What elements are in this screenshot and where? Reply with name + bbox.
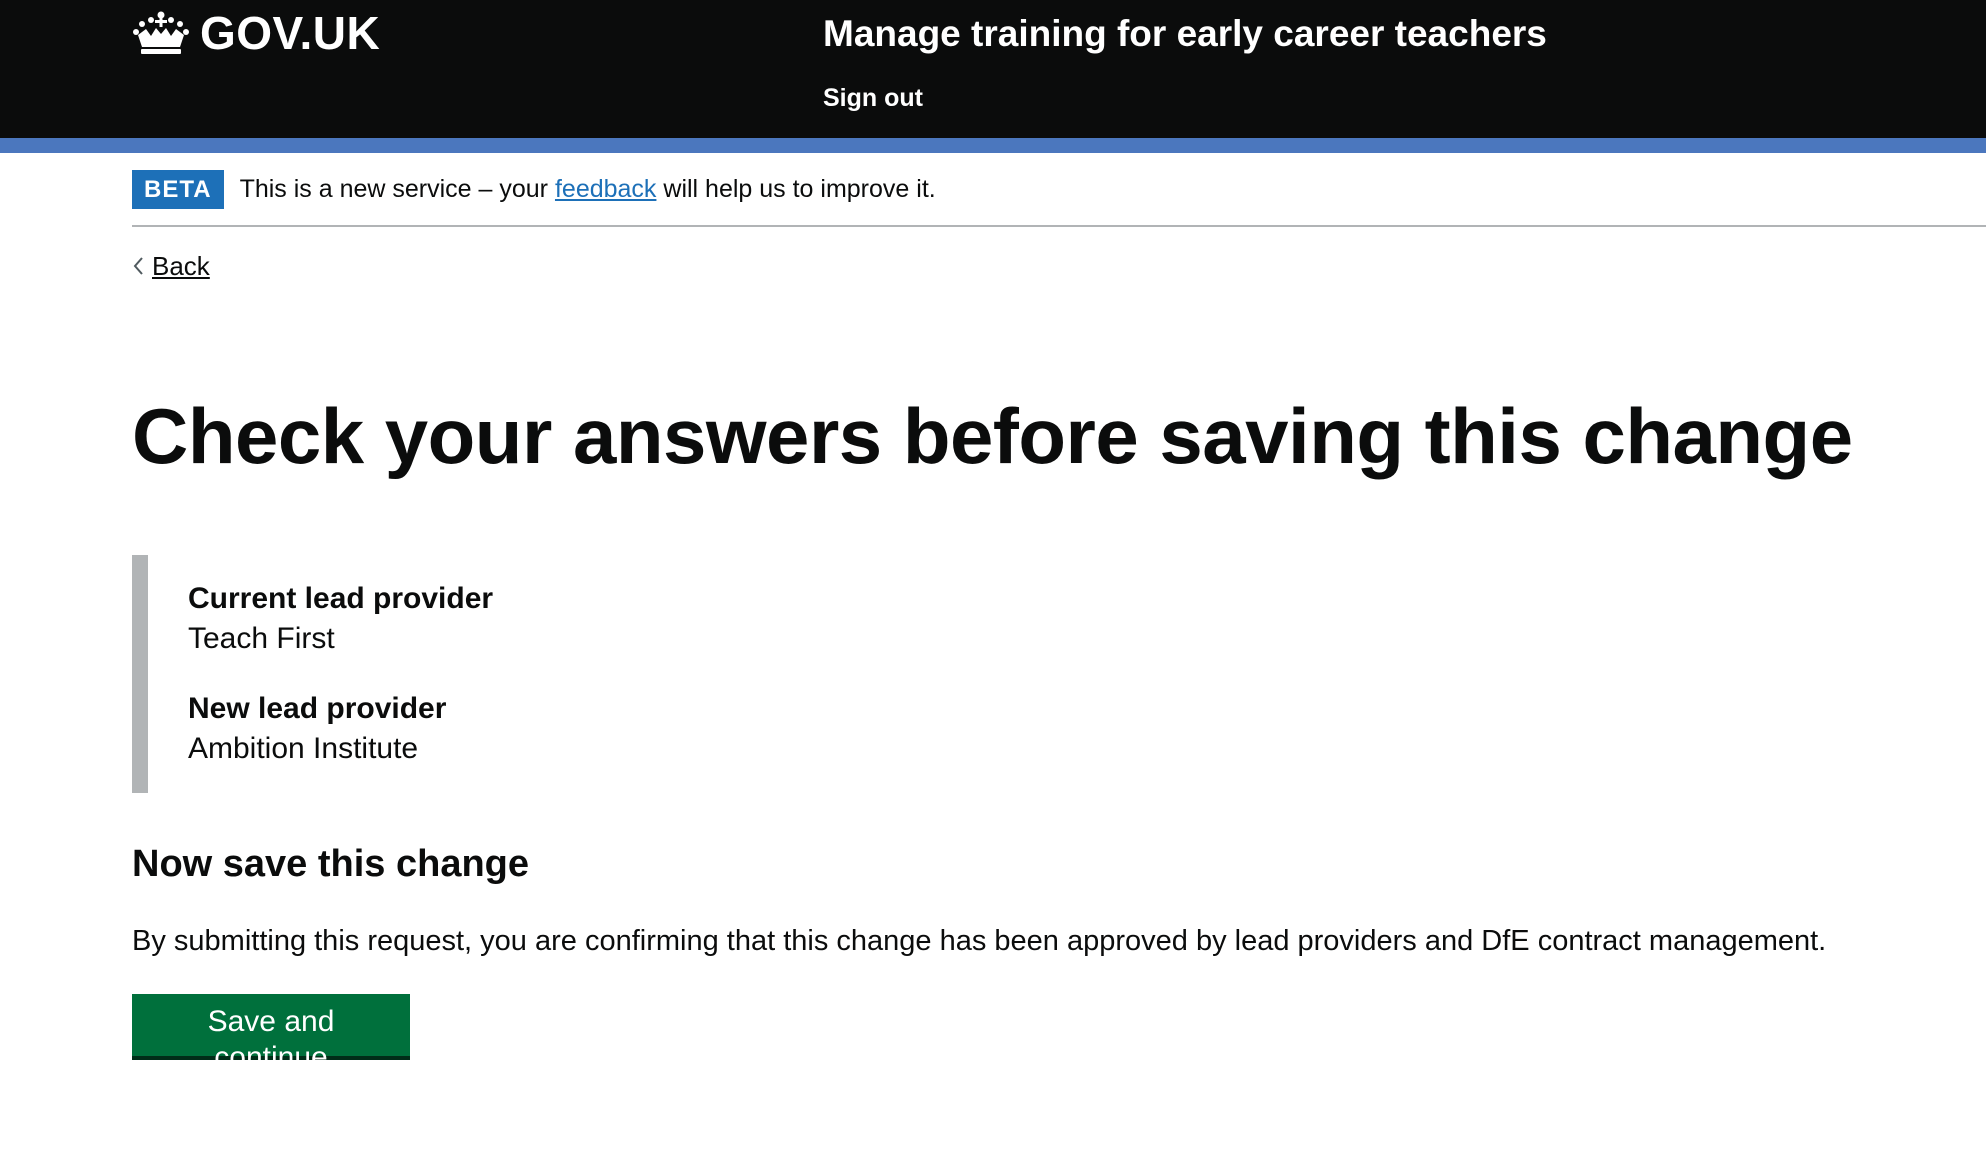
summary-key: New lead provider: [188, 692, 447, 725]
summary-row-current-provider: Current lead provider Teach First: [188, 579, 493, 659]
save-heading: Now save this change: [132, 843, 530, 885]
crown-icon: [133, 11, 189, 54]
chevron-left-icon: [133, 257, 143, 275]
phase-banner: BETA This is a new service – your feedba…: [132, 153, 1986, 227]
confirmation-text: By submitting this request, you are conf…: [132, 925, 1827, 957]
phase-banner-text: This is a new service – your feedback wi…: [240, 173, 936, 205]
save-and-continue-button[interactable]: Save and continue: [132, 994, 410, 1074]
phase-text-after: will help us to improve it.: [656, 175, 936, 203]
summary-value: Teach First: [188, 622, 335, 655]
sign-out-link[interactable]: Sign out: [823, 82, 923, 114]
summary-value: Ambition Institute: [188, 732, 419, 765]
govuk-logo-text: GOV.UK: [200, 7, 381, 59]
phase-text-before: This is a new service – your: [239, 175, 555, 203]
answers-summary: Current lead provider Teach First New le…: [132, 555, 832, 793]
summary-row-new-provider: New lead provider Ambition Institute: [188, 689, 446, 769]
summary-key: Current lead provider: [188, 582, 494, 615]
back-link-label: Back: [152, 251, 210, 281]
back-link[interactable]: Back: [132, 250, 210, 282]
service-name-link[interactable]: Manage training for early career teacher…: [823, 12, 1547, 56]
site-header: GOV.UK Manage training for early career …: [0, 0, 1986, 138]
feedback-link[interactable]: feedback: [555, 175, 656, 203]
header-accent-bar: [0, 138, 1986, 153]
govuk-logo-link[interactable]: GOV.UK: [132, 8, 380, 58]
page-title: Check your answers before saving this ch…: [132, 392, 1853, 480]
beta-tag: BETA: [132, 169, 224, 209]
